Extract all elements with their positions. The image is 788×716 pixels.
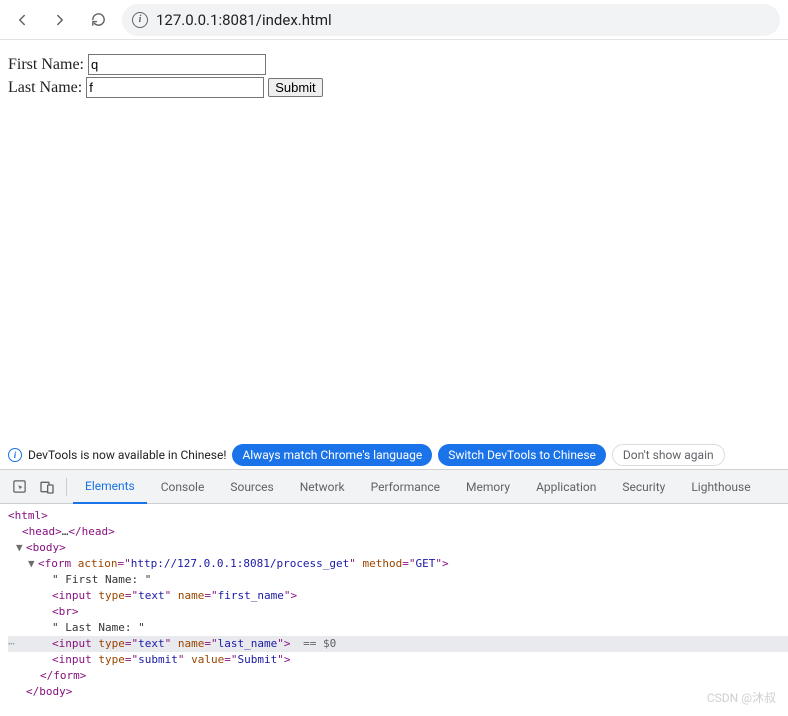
submit-button[interactable]	[268, 78, 322, 97]
dom-line: " First Name: "	[8, 572, 788, 588]
inspect-icon[interactable]	[6, 474, 32, 500]
back-icon[interactable]	[8, 6, 36, 34]
devtools-toolbar: Elements Console Sources Network Perform…	[0, 470, 788, 504]
site-info-icon[interactable]: i	[132, 12, 148, 28]
first-name-input[interactable]	[88, 54, 266, 75]
dom-line: </body>	[8, 684, 788, 700]
dom-line: <br>	[8, 604, 788, 620]
watermark: CSDN @沐叔	[707, 689, 776, 706]
first-name-label: First Name:	[8, 56, 88, 73]
browser-toolbar: i 127.0.0.1:8081/index.html	[0, 0, 788, 40]
reload-icon[interactable]	[84, 6, 112, 34]
dom-line: ▼<form action="http://127.0.0.1:8081/pro…	[8, 556, 788, 572]
tab-sources[interactable]: Sources	[218, 470, 285, 504]
page-body: First Name: Last Name:	[0, 40, 788, 114]
divider	[66, 478, 67, 496]
dom-line: <input type="text" name="first_name">	[8, 588, 788, 604]
language-banner: i DevTools is now available in Chinese! …	[0, 440, 788, 470]
dom-line-selected: ⋯<input type="text" name="last_name"> ==…	[8, 636, 788, 652]
tab-security[interactable]: Security	[610, 470, 677, 504]
tab-lighthouse[interactable]: Lighthouse	[679, 470, 762, 504]
ellipsis-icon[interactable]: ⋯	[8, 636, 15, 652]
match-language-button[interactable]: Always match Chrome's language	[232, 444, 432, 466]
tab-application[interactable]: Application	[524, 470, 608, 504]
forward-icon[interactable]	[46, 6, 74, 34]
switch-chinese-button[interactable]: Switch DevTools to Chinese	[438, 444, 606, 466]
tab-network[interactable]: Network	[288, 470, 357, 504]
device-icon[interactable]	[34, 474, 60, 500]
dom-line: <head>…</head>	[8, 524, 788, 540]
dom-line: ▼<body>	[8, 540, 788, 556]
banner-text: DevTools is now available in Chinese!	[28, 448, 226, 462]
dom-line: </form>	[8, 668, 788, 684]
dom-tree[interactable]: <html> <head>…</head> ▼<body> ▼<form act…	[0, 504, 788, 716]
tab-memory[interactable]: Memory	[454, 470, 522, 504]
dont-show-button[interactable]: Don't show again	[612, 444, 725, 466]
dom-line: <input type="submit" value="Submit">	[8, 652, 788, 668]
info-icon: i	[8, 448, 22, 462]
url-bar[interactable]: i 127.0.0.1:8081/index.html	[122, 4, 780, 36]
tab-console[interactable]: Console	[149, 470, 217, 504]
last-name-input[interactable]	[86, 77, 264, 98]
url-text: 127.0.0.1:8081/index.html	[156, 11, 332, 29]
dom-line: <html>	[8, 508, 788, 524]
last-name-label: Last Name:	[8, 79, 86, 96]
tab-elements[interactable]: Elements	[73, 470, 147, 504]
dom-line: " Last Name: "	[8, 620, 788, 636]
tab-performance[interactable]: Performance	[359, 470, 452, 504]
